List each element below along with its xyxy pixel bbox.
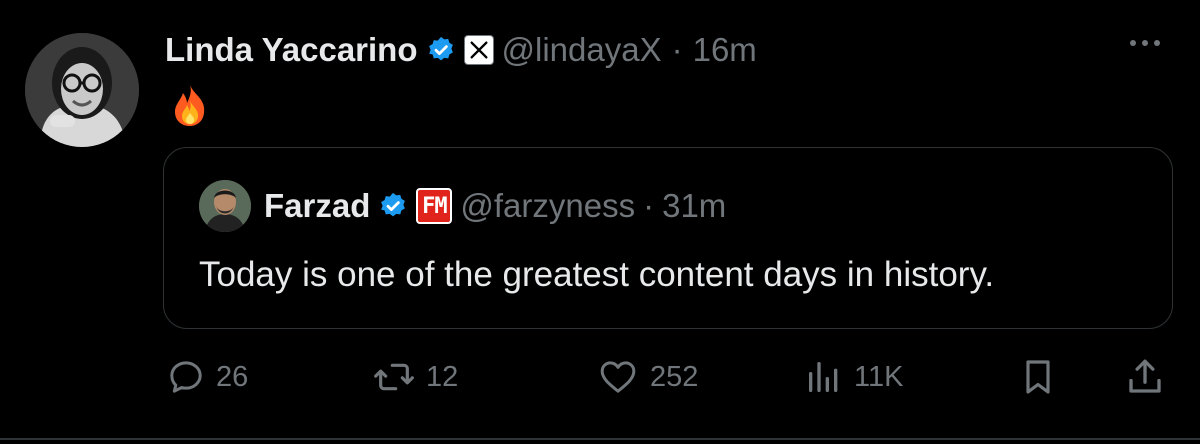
share-icon: [1129, 359, 1161, 393]
quoted-tweet-card[interactable]: Farzad FM @farzyness · 31m Today is one …: [163, 147, 1173, 329]
reply-count: 26: [216, 360, 249, 393]
verified-badge-icon: [381, 192, 406, 217]
repost-button[interactable]: 12: [372, 352, 458, 402]
fm-affiliate-badge: FM: [416, 188, 453, 224]
repost-count: 12: [426, 360, 459, 393]
fire-emoji-icon: [175, 85, 205, 126]
like-count: 252: [650, 360, 699, 393]
bookmark-icon: [1026, 360, 1050, 394]
x-affiliate-badge-icon: [463, 35, 494, 65]
author-name[interactable]: Linda Yaccarino: [165, 31, 418, 69]
like-button[interactable]: 252: [596, 352, 698, 402]
quoted-author-name[interactable]: Farzad: [264, 187, 370, 225]
verified-badge-icon: [428, 36, 453, 61]
tweet-action-bar: 26 12 252 11K: [0, 352, 1200, 402]
author-avatar[interactable]: [25, 33, 139, 147]
repost-icon: [374, 363, 414, 391]
more-options-icon[interactable]: [1130, 40, 1160, 46]
reply-icon: [170, 361, 202, 393]
tweet-header: Linda Yaccarino @lindayaX · 16m: [165, 25, 757, 75]
quoted-author-handle[interactable]: @farzyness: [460, 187, 635, 225]
views-button[interactable]: 11K: [804, 352, 903, 402]
share-button[interactable]: [1124, 352, 1166, 402]
bookmark-button[interactable]: [1018, 352, 1058, 402]
analytics-icon: [809, 362, 838, 392]
views-count: 11K: [854, 360, 904, 393]
reply-button[interactable]: 26: [166, 352, 248, 402]
quoted-tweet-text: Today is one of the greatest content day…: [199, 255, 995, 294]
timestamp[interactable]: 16m: [693, 31, 757, 69]
separator-dot: ·: [643, 187, 655, 224]
author-handle[interactable]: @lindayaX: [502, 31, 662, 69]
quoted-timestamp[interactable]: 31m: [662, 187, 726, 225]
divider: [0, 438, 1200, 440]
heart-icon: [600, 361, 636, 393]
separator-dot: ·: [671, 31, 683, 68]
quoted-tweet-header: Farzad FM @farzyness · 31m: [264, 182, 726, 230]
quoted-author-avatar[interactable]: [199, 180, 251, 232]
